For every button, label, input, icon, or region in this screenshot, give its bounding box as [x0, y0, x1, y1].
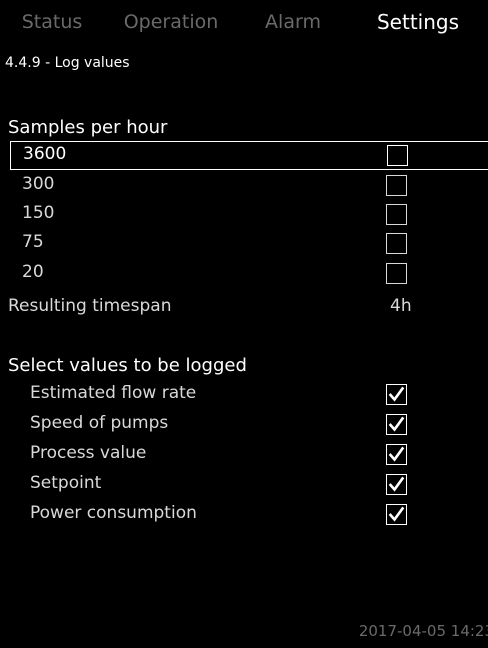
- sample-option-label: 3600: [23, 144, 67, 164]
- tab-operation[interactable]: Operation: [104, 0, 238, 44]
- sample-option-300[interactable]: 300: [0, 171, 488, 200]
- checkbox-checked-icon[interactable]: [386, 414, 407, 435]
- tab-settings[interactable]: Settings: [348, 0, 488, 44]
- checkbox-checked-icon[interactable]: [386, 474, 407, 495]
- logged-item-label: Process value: [30, 443, 147, 463]
- logged-item-label: Power consumption: [30, 503, 197, 523]
- logged-item-process-value[interactable]: Process value: [0, 440, 488, 470]
- logged-item-power-consumption[interactable]: Power consumption: [0, 500, 488, 530]
- tab-bar: Status Operation Alarm Settings: [0, 0, 488, 44]
- sample-option-label: 20: [22, 262, 44, 282]
- radio-box-icon[interactable]: [386, 233, 407, 254]
- tab-alarm[interactable]: Alarm: [238, 0, 348, 44]
- logged-values-heading: Select values to be logged: [8, 355, 247, 376]
- status-datetime: 2017-04-05 14:23: [358, 622, 488, 640]
- logged-item-label: Speed of pumps: [30, 413, 169, 433]
- radio-box-icon[interactable]: [386, 175, 407, 196]
- samples-heading: Samples per hour: [8, 117, 168, 138]
- sample-option-20[interactable]: 20: [0, 259, 488, 288]
- logged-item-label: Setpoint: [30, 473, 102, 493]
- timespan-value: 4h: [390, 296, 412, 316]
- logged-item-label: Estimated flow rate: [30, 383, 197, 403]
- logged-item-estimated-flow-rate[interactable]: Estimated flow rate: [0, 380, 488, 410]
- sample-option-label: 150: [22, 203, 55, 223]
- sample-option-label: 75: [22, 232, 44, 252]
- checkbox-checked-icon[interactable]: [386, 384, 407, 405]
- logged-item-setpoint[interactable]: Setpoint: [0, 470, 488, 500]
- timespan-label: Resulting timespan: [8, 296, 172, 316]
- radio-box-icon[interactable]: [386, 263, 407, 284]
- radio-box-icon[interactable]: [387, 145, 408, 166]
- screen-id: 4.4.9 - Log values: [5, 55, 130, 71]
- radio-box-icon[interactable]: [386, 204, 407, 225]
- sample-option-150[interactable]: 150: [0, 200, 488, 229]
- sample-option-label: 300: [22, 174, 55, 194]
- checkbox-checked-icon[interactable]: [386, 504, 407, 525]
- sample-option-75[interactable]: 75: [0, 229, 488, 258]
- checkbox-checked-icon[interactable]: [386, 444, 407, 465]
- sample-option-3600[interactable]: 3600: [10, 141, 488, 170]
- tab-status[interactable]: Status: [0, 0, 104, 44]
- logged-item-speed-of-pumps[interactable]: Speed of pumps: [0, 410, 488, 440]
